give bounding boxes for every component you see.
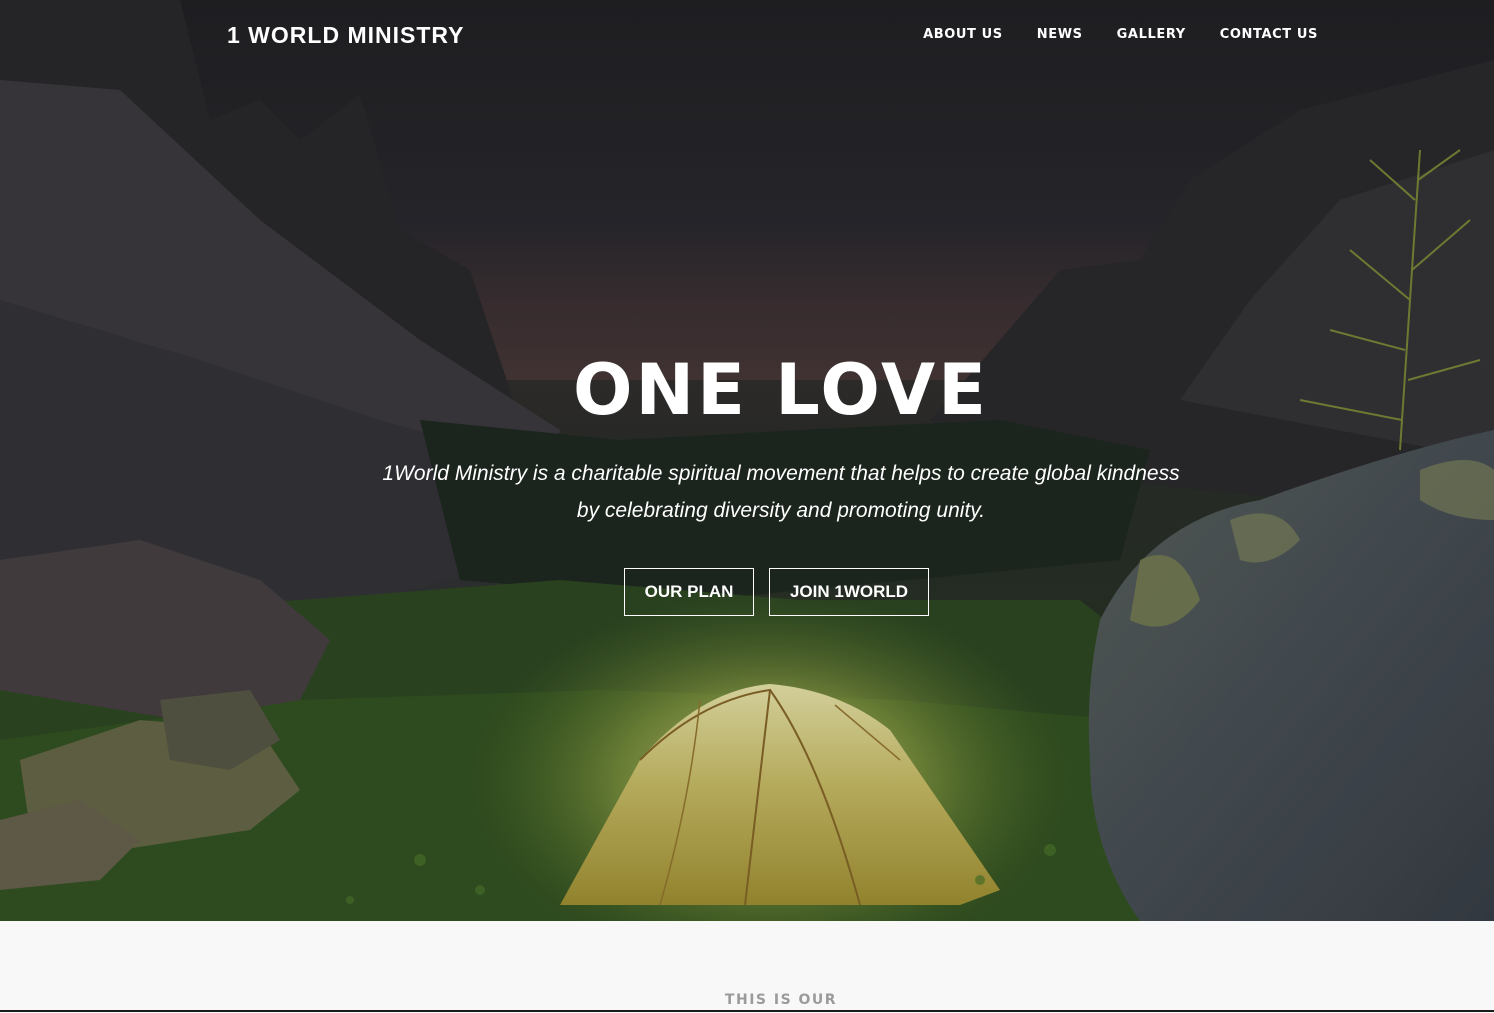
nav-link-gallery[interactable]: GALLERY (1117, 27, 1186, 42)
hero-section: 1 WORLD MINISTRY ABOUT US NEWS GALLERY C… (0, 0, 1494, 921)
hero-tagline: 1World Ministry is a charitable spiritua… (300, 455, 1262, 529)
join-1world-button[interactable]: JOIN 1WORLD (769, 568, 929, 616)
our-plan-button[interactable]: OUR PLAN (624, 568, 754, 616)
bottom-divider (0, 1010, 1494, 1012)
nav-link-news[interactable]: NEWS (1037, 27, 1083, 42)
hero-headline: ONE LOVE (572, 349, 989, 431)
nav-link-about-us[interactable]: ABOUT US (923, 27, 1003, 42)
section-eyebrow: THIS IS OUR (724, 992, 838, 1008)
hero-tagline-line-1: 1World Ministry is a charitable spiritua… (382, 462, 1180, 485)
nav-link-contact-us[interactable]: CONTACT US (1220, 27, 1318, 42)
main-nav: ABOUT US NEWS GALLERY CONTACT US (923, 27, 1318, 42)
plan-section: THIS IS OUR (0, 921, 1494, 1013)
brand-logo[interactable]: 1 WORLD MINISTRY (227, 22, 464, 49)
hero-tagline-line-2: by celebrating diversity and promoting u… (576, 499, 986, 522)
page: 1 WORLD MINISTRY ABOUT US NEWS GALLERY C… (0, 0, 1494, 1013)
